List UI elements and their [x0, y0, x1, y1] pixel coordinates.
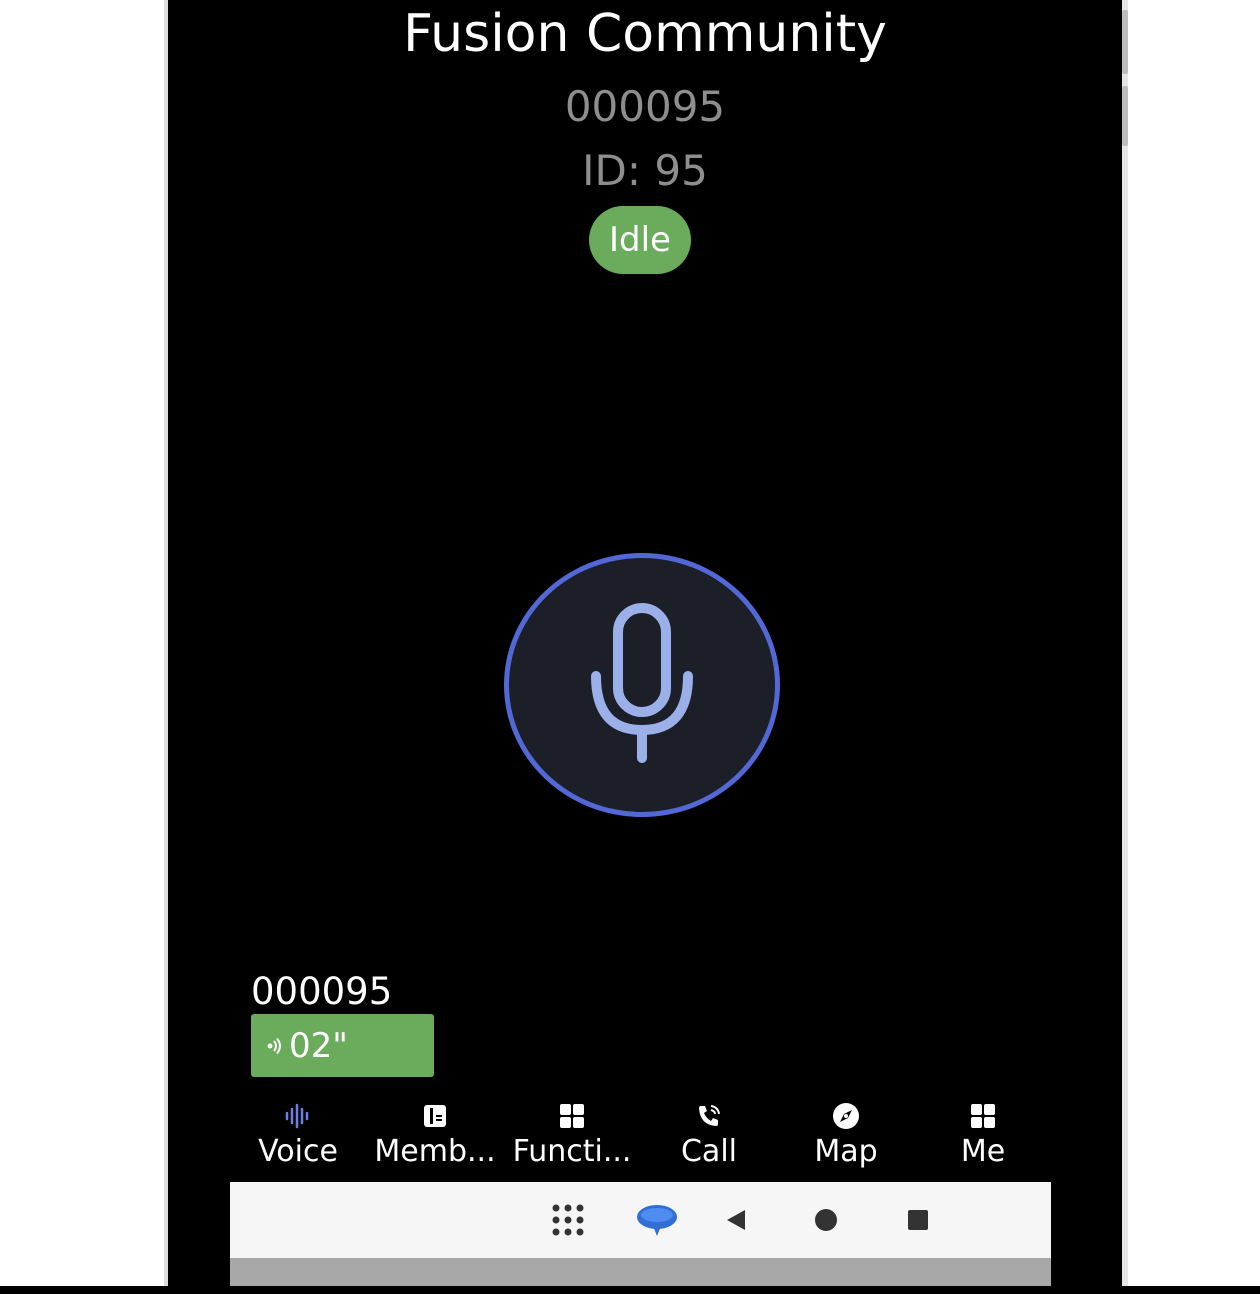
group-number: 000095 — [564, 82, 726, 131]
group-id: ID: 95 — [582, 146, 708, 195]
chat-bubble-icon[interactable] — [632, 1182, 682, 1258]
function-grid-icon — [559, 1098, 585, 1134]
tab-me[interactable]: Me — [915, 1098, 1051, 1178]
push-to-talk-button[interactable] — [504, 553, 780, 817]
tab-label: Me — [960, 1134, 1006, 1169]
tab-voice[interactable]: Voice — [230, 1098, 366, 1178]
tab-label: Voice — [258, 1134, 338, 1169]
compass-icon — [832, 1098, 860, 1134]
device-frame-right — [1122, 0, 1128, 1286]
tab-label: Functi... — [512, 1134, 632, 1169]
device-volume-button — [1122, 10, 1128, 74]
tab-map[interactable]: Map — [778, 1098, 914, 1178]
tab-label: Call — [680, 1134, 737, 1169]
tab-functions[interactable]: Functi... — [504, 1098, 640, 1178]
device-power-button — [1122, 86, 1128, 146]
status-badge: Idle — [589, 206, 691, 274]
apps-grid-icon[interactable] — [546, 1182, 590, 1258]
phone-call-icon — [696, 1098, 722, 1134]
voice-message-duration: 02" — [289, 1025, 348, 1066]
system-navigation-bar-lower — [230, 1258, 1051, 1286]
app-screen: Fusion Community 000095 ID: 95 Idle 0000… — [168, 0, 1122, 1286]
bottom-tab-bar: Voice Memb... Functi... Call Map Me — [230, 1098, 1070, 1178]
tab-label: Map — [814, 1134, 878, 1169]
page-title: Fusion Community — [403, 4, 887, 64]
tab-label: Memb... — [374, 1134, 496, 1169]
voice-waveform-icon — [284, 1098, 312, 1134]
tab-members[interactable]: Memb... — [367, 1098, 503, 1178]
microphone-icon — [582, 600, 702, 770]
back-icon[interactable] — [716, 1182, 756, 1258]
last-speaker-label: 000095 — [251, 970, 393, 1013]
grid-icon — [970, 1098, 996, 1134]
home-icon[interactable] — [806, 1182, 846, 1258]
recents-icon[interactable] — [898, 1182, 938, 1258]
members-book-icon — [422, 1098, 448, 1134]
speaker-wave-icon — [267, 1037, 283, 1055]
tab-call[interactable]: Call — [641, 1098, 777, 1178]
screen-bottom-border — [0, 1286, 1260, 1294]
system-navigation-bar — [230, 1182, 1051, 1258]
voice-message-button[interactable]: 02" — [251, 1014, 434, 1077]
